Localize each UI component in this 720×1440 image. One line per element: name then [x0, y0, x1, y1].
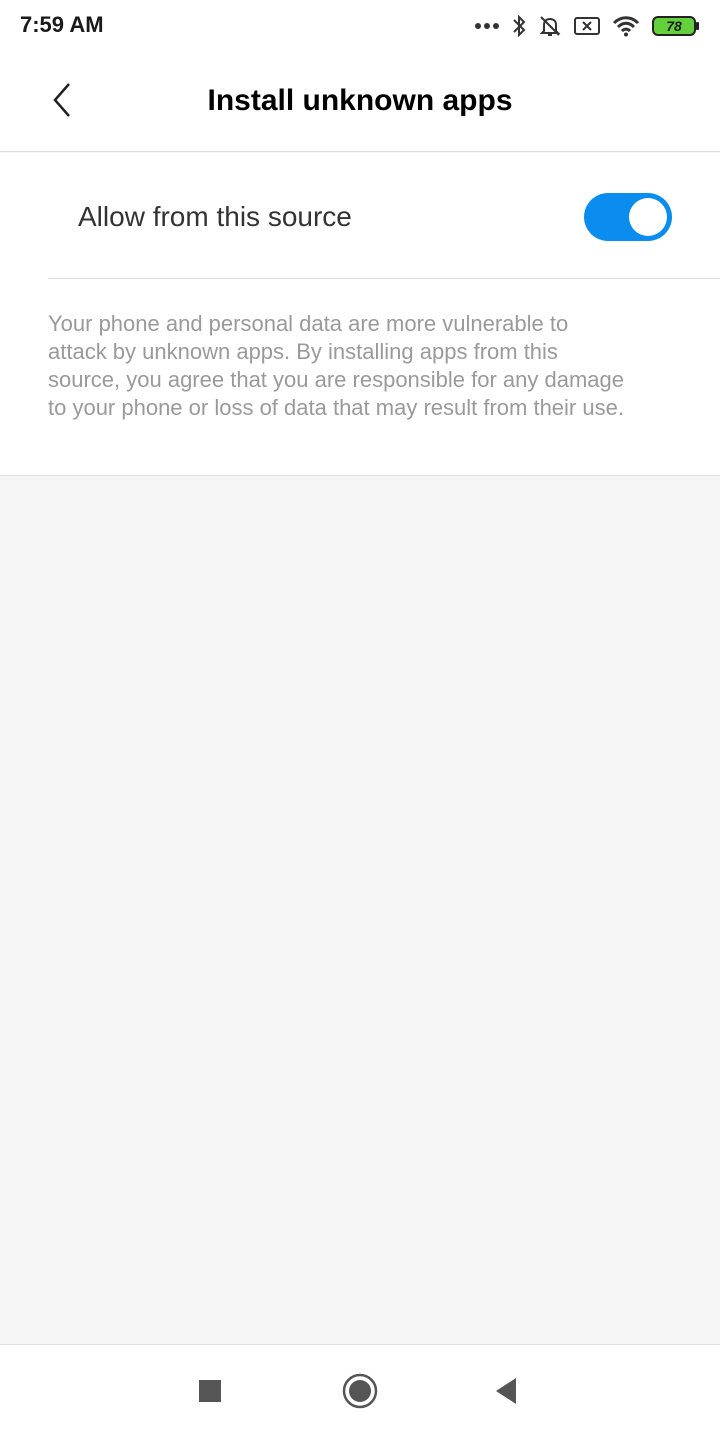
nav-back-button[interactable] [482, 1369, 530, 1417]
notifications-off-icon [538, 14, 562, 38]
page-title: Install unknown apps [207, 84, 513, 117]
status-time: 7:59 AM [20, 12, 104, 37]
toggle-knob [629, 198, 667, 236]
allow-source-label: Allow from this source [78, 201, 352, 232]
recents-square-icon [198, 1379, 222, 1408]
navigation-bar [0, 1344, 720, 1440]
allow-source-row[interactable]: Allow from this source [48, 153, 720, 279]
settings-content: Allow from this source Your phone and pe… [0, 153, 720, 476]
back-triangle-icon [494, 1377, 518, 1410]
home-circle-icon [342, 1373, 378, 1414]
warning-text: Your phone and personal data are more vu… [48, 311, 625, 420]
status-bar: 7:59 AM 78 [0, 0, 720, 52]
home-button[interactable] [336, 1369, 384, 1417]
status-icons: 78 [474, 10, 700, 42]
app-header: Install unknown apps [0, 52, 720, 152]
recents-button[interactable] [186, 1369, 234, 1417]
allow-source-toggle[interactable] [584, 193, 672, 241]
battery-level: 78 [666, 18, 682, 34]
battery-icon: 78 [652, 16, 700, 36]
bluetooth-icon [512, 14, 526, 38]
sim-error-icon [574, 16, 600, 36]
wifi-icon [612, 15, 640, 37]
more-dots-icon [474, 21, 500, 31]
